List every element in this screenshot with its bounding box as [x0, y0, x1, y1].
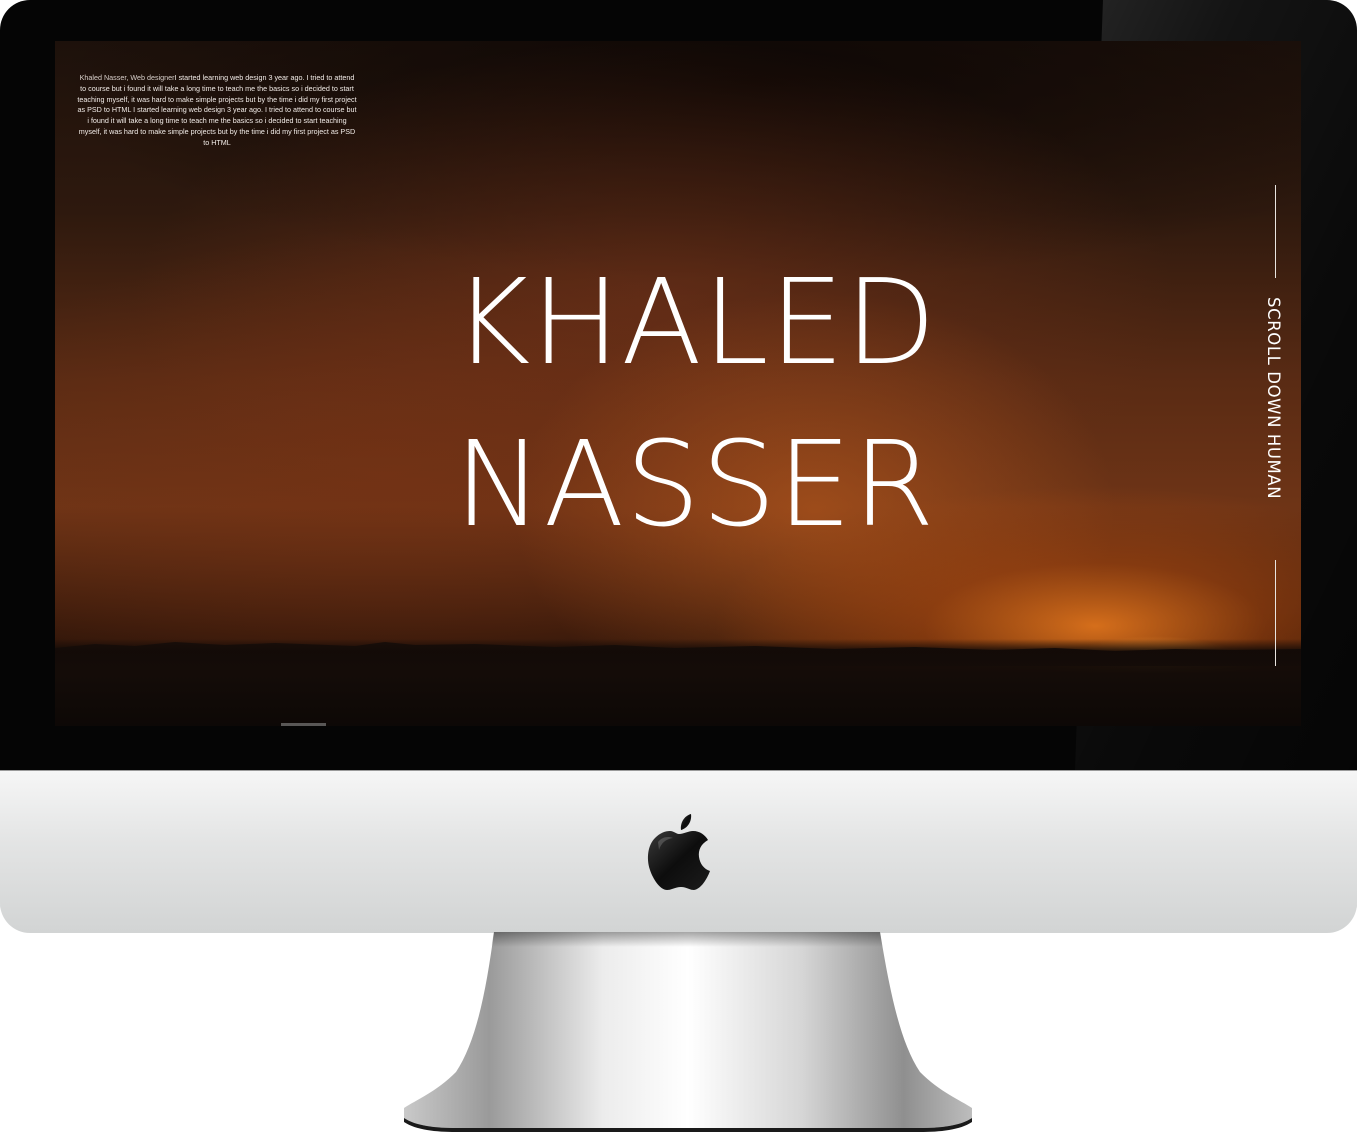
ground	[55, 639, 1301, 726]
hero-first-name: KHALED	[453, 253, 937, 391]
scroll-down-label[interactable]: SCROLL DOWN HUMAN	[1264, 297, 1283, 499]
monitor-bezel: Khaled Nasser, Web designerI started lea…	[0, 0, 1357, 770]
screen-scrollbar-fragment	[281, 723, 326, 726]
bio-text: Khaled Nasser, Web designerI started lea…	[77, 73, 357, 149]
bio-name-title: Khaled Nasser, Web designer	[79, 73, 175, 82]
imac-mockup: Khaled Nasser, Web designerI started lea…	[0, 0, 1357, 1135]
hero-title: KHALED NASSER	[395, 241, 995, 565]
scroll-line-bottom	[1275, 560, 1276, 666]
website-screen: Khaled Nasser, Web designerI started lea…	[55, 41, 1301, 726]
hero-last-name: NASSER	[454, 415, 936, 553]
apple-logo-icon	[647, 814, 710, 890]
bio-body: I started learning web design 3 year ago…	[77, 73, 357, 147]
monitor-stand	[404, 932, 972, 1132]
scroll-down-indicator[interactable]: SCROLL DOWN HUMAN	[1253, 185, 1301, 668]
scroll-line-top	[1275, 185, 1276, 278]
